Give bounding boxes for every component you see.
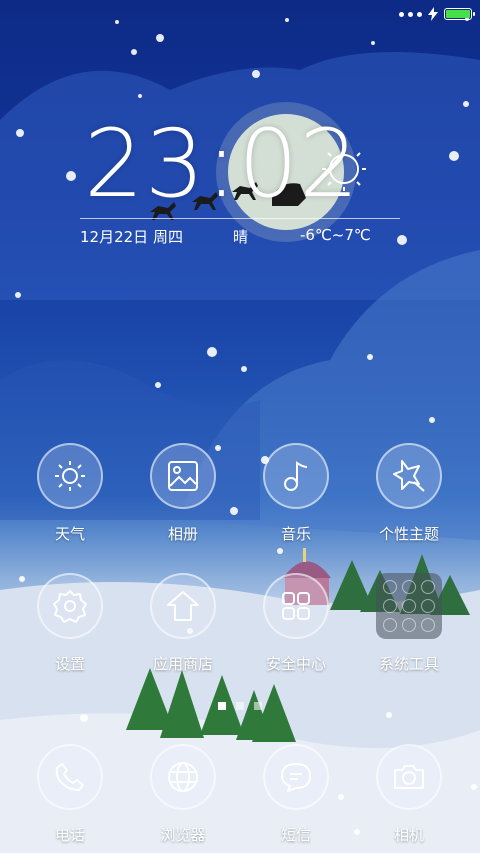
app-label: 设置 (54, 655, 85, 673)
app-label: 电话 (54, 826, 85, 844)
phone-icon (55, 763, 84, 791)
app-music[interactable]: 音乐 (241, 443, 351, 544)
app-store-icon (167, 591, 199, 621)
message-icon (281, 763, 311, 792)
status-bar (399, 4, 475, 24)
app-label: 系统工具 (378, 655, 439, 673)
gallery-icon (168, 461, 198, 491)
app-security[interactable]: 安全中心 (241, 573, 351, 674)
gear-icon (53, 590, 87, 623)
camera-icon (394, 765, 424, 789)
weather-condition[interactable]: 晴 (233, 226, 248, 247)
app-label: 天气 (54, 525, 85, 543)
security-grid-icon (282, 592, 310, 620)
temperature-range[interactable]: -6℃~7℃ (300, 226, 371, 244)
app-theme[interactable]: 个性主题 (354, 443, 464, 544)
app-gallery[interactable]: 相册 (128, 443, 238, 544)
app-label: 音乐 (280, 525, 311, 543)
battery-icon (444, 8, 475, 20)
signal-dots-icon (399, 11, 422, 17)
folder-icon (376, 573, 442, 639)
weather-sun-icon (322, 147, 366, 191)
page-dot (218, 702, 226, 710)
app-label: 相机 (393, 826, 424, 844)
clock-divider (80, 218, 400, 219)
music-note-icon (284, 461, 308, 491)
app-label: 安全中心 (265, 655, 326, 673)
app-label: 个性主题 (378, 525, 439, 543)
page-indicator[interactable] (0, 702, 480, 710)
clock-time[interactable]: 23:02 (84, 118, 360, 212)
page-dot (254, 702, 262, 710)
app-label: 浏览器 (160, 826, 206, 844)
app-settings[interactable]: 设置 (15, 573, 125, 674)
app-weather[interactable]: 天气 (15, 443, 125, 544)
globe-icon (168, 762, 198, 792)
dock-browser[interactable]: 浏览器 (128, 744, 238, 845)
battery-fill (446, 10, 470, 18)
theme-star-icon (393, 460, 425, 492)
date-text[interactable]: 12月22日 周四 (80, 226, 183, 247)
app-label: 短信 (280, 826, 311, 844)
sun-icon (55, 461, 85, 491)
dock-phone[interactable]: 电话 (15, 744, 125, 845)
app-label: 相册 (167, 525, 198, 543)
app-label: 应用商店 (152, 655, 213, 673)
charging-bolt-icon (428, 7, 438, 21)
dock-camera[interactable]: 相机 (354, 744, 464, 845)
dock-messages[interactable]: 短信 (241, 744, 351, 845)
page-dot (236, 702, 244, 710)
app-folder-system-tools[interactable]: 系统工具 (354, 573, 464, 674)
app-store[interactable]: 应用商店 (128, 573, 238, 674)
